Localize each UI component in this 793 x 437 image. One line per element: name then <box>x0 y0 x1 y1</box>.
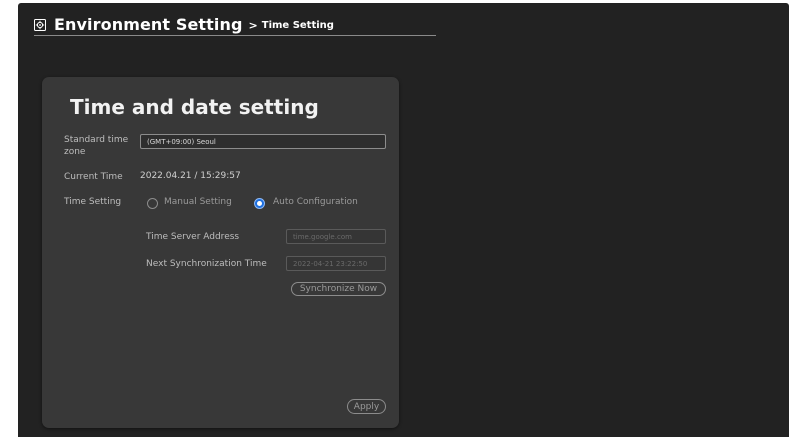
current-time-label: Current Time <box>64 172 123 182</box>
time-server-input[interactable]: time.google.com <box>286 229 386 244</box>
manual-setting-radio[interactable] <box>147 198 158 209</box>
timezone-select[interactable]: (GMT+09:00) Seoul <box>140 134 386 149</box>
next-sync-label: Next Synchronization Time <box>146 259 267 269</box>
time-server-label: Time Server Address <box>146 232 240 242</box>
apply-button[interactable]: Apply <box>347 399 386 414</box>
next-sync-input[interactable]: 2022-04-21 23:22:50 <box>286 256 386 271</box>
breadcrumb-separator: > <box>248 19 258 32</box>
page-title: Environment Setting <box>54 14 243 34</box>
time-setting-label: Time Setting <box>64 197 122 207</box>
auto-configuration-label[interactable]: Auto Configuration <box>273 197 358 207</box>
page-header: Environment Setting > Time Setting <box>34 13 436 36</box>
current-time-value: 2022.04.21 / 15:29:57 <box>140 171 241 181</box>
app-window: Environment Setting > Time Setting Time … <box>18 3 789 437</box>
manual-setting-label[interactable]: Manual Setting <box>164 197 232 207</box>
panel-title: Time and date setting <box>70 95 319 119</box>
timezone-label: Standard time zone <box>64 135 129 157</box>
time-date-settings-panel: Time and date setting Standard time zone… <box>42 77 399 428</box>
breadcrumb-current: Time Setting <box>261 20 334 31</box>
auto-configuration-radio[interactable] <box>254 198 265 209</box>
synchronize-now-button[interactable]: Synchronize Now <box>291 282 386 296</box>
gear-icon <box>34 18 46 31</box>
